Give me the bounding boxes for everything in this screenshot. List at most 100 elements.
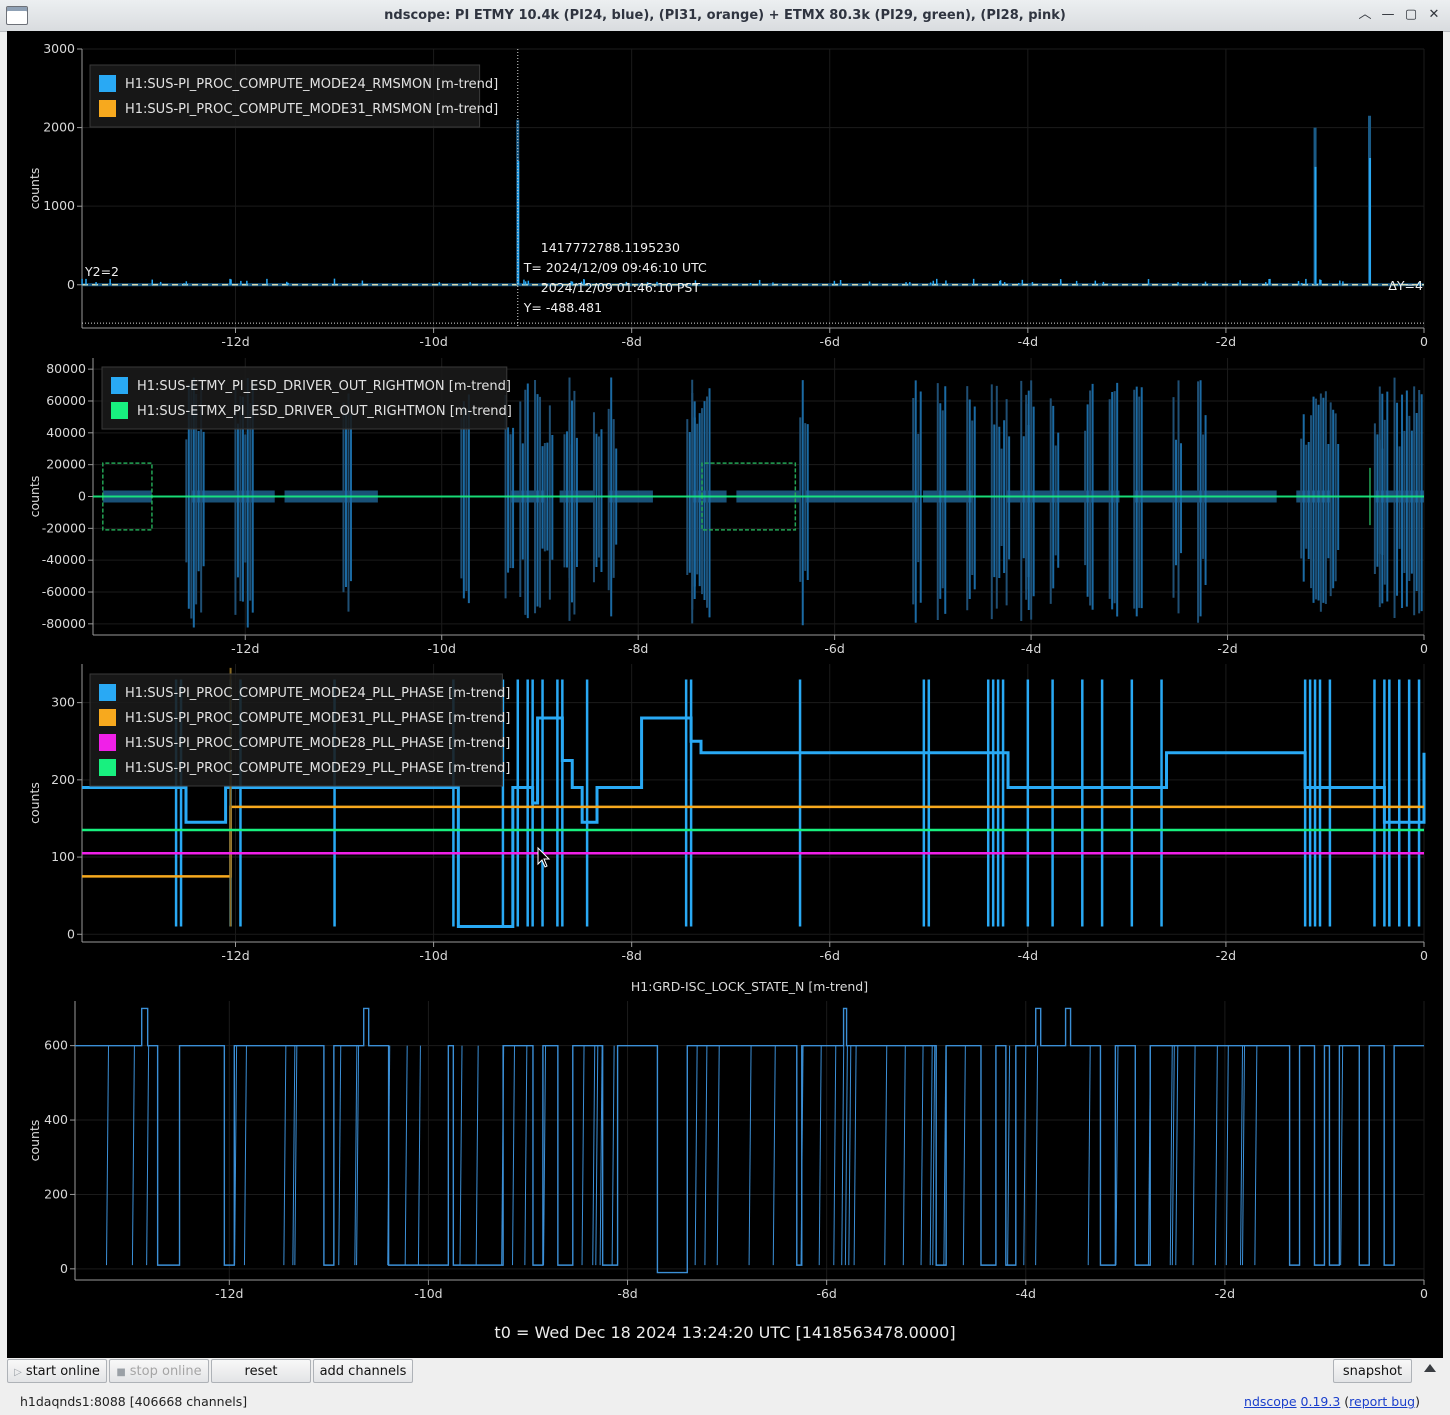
snapshot-button[interactable]: snapshot [1333, 1359, 1412, 1383]
stop-online-label: stop online [129, 1364, 202, 1379]
ndscope-link[interactable]: ndscope [1244, 1394, 1297, 1409]
lock-transition [611, 1045, 615, 1266]
legend-label: H1:SUS-PI_PROC_COMPUTE_MODE24_PLL_PHASE … [125, 686, 510, 701]
lock-transition [704, 1045, 708, 1266]
plot-area[interactable]: -12d -10d -8d -6d -4d -2d 0 3000 2000 1000 0 counts… [7, 31, 1443, 1358]
x-tick-label: -10d [428, 641, 456, 656]
legend-label: H1:SUS-ETMX_PI_ESD_DRIVER_OUT_RIGHTMON [… [137, 404, 512, 419]
x-tick-label: -2d [1216, 948, 1236, 963]
legend-label: H1:SUS-PI_PROC_COMPUTE_MODE31_PLL_PHASE … [125, 711, 510, 726]
x-tick-label: -10d [419, 948, 447, 963]
stop-icon: ■ [116, 1367, 126, 1378]
legend-swatch [111, 402, 128, 419]
x-tick-label: -4d [1021, 641, 1041, 656]
report-bug-link[interactable]: report bug [1349, 1394, 1415, 1409]
lock-transition [772, 1045, 776, 1266]
legend-swatch [99, 734, 116, 751]
stop-online-button[interactable]: ■ stop online [109, 1359, 209, 1383]
lock-transition [131, 1045, 135, 1266]
x-tick-label: 0 [1420, 641, 1428, 656]
x-tick-label: 0 [1420, 1286, 1428, 1301]
y-tick-label: 0 [78, 489, 86, 504]
legend-swatch [99, 759, 116, 776]
y-tick-label: 1000 [43, 198, 75, 213]
lock-transition [884, 1045, 888, 1266]
plot-lock: -12d -10d -8d -6d -4d -2d 0 600 400 200 0 counts H1:… [27, 979, 1428, 1301]
y-tick-label: 60000 [46, 393, 86, 408]
lock-transition [581, 1045, 585, 1266]
lock-transition [417, 1045, 421, 1266]
legend-swatch [99, 100, 116, 117]
lock-transition [841, 1045, 845, 1266]
reset-button[interactable]: reset [211, 1359, 311, 1383]
mode31-trace [82, 805, 1424, 878]
y-tick-label: 0 [67, 926, 75, 941]
y-tick-label: 3000 [43, 41, 75, 56]
y-axis-label: counts [27, 782, 42, 824]
lock-transition [475, 1045, 479, 1266]
x-tick-label: -8d [628, 641, 648, 656]
x-tick-label: -12d [221, 948, 249, 963]
delta-y-label: ΔY=4 [1388, 278, 1423, 293]
lock-transition [1087, 1045, 1091, 1266]
y-tick-label: 0 [67, 277, 75, 292]
maximize-icon[interactable]: ▢ [1402, 6, 1420, 24]
lock-transition [1240, 1045, 1244, 1266]
x-tick-label: -6d [820, 334, 840, 349]
x-tick-label: -8d [621, 334, 641, 349]
x-tick-label: -12d [221, 334, 249, 349]
legend-label: H1:SUS-ETMY_PI_ESD_DRIVER_OUT_RIGHTMON [… [137, 379, 511, 394]
x-tick-label: 0 [1420, 334, 1428, 349]
plot-pll: -12d -10d -8d -6d -4d -2d 0 300 200 100 0 counts H1:… [27, 664, 1428, 963]
x-tick-label: -10d [414, 1286, 442, 1301]
lock-transition [844, 1045, 848, 1266]
legend-swatch [99, 709, 116, 726]
lock-transition [459, 1045, 463, 1266]
lock-transition [1035, 1045, 1039, 1266]
legend-swatch [111, 377, 128, 394]
lock-transition [106, 1045, 110, 1266]
x-tick-label: -4d [1018, 948, 1038, 963]
lock-transition [243, 1045, 247, 1266]
lock-transition [1007, 1045, 1011, 1266]
lock-transition [920, 1045, 924, 1266]
lock-transition [929, 1045, 933, 1266]
y-tick-label: -40000 [42, 552, 86, 567]
y-tick-label: 200 [51, 772, 75, 787]
plots-canvas[interactable]: -12d -10d -8d -6d -4d -2d 03000200010000counts… [7, 31, 1443, 1321]
y-tick-label: 200 [44, 1186, 68, 1201]
legend-box [89, 64, 481, 128]
lock-transition [294, 1045, 298, 1266]
legend-swatch [99, 684, 116, 701]
lock-plot-title: H1:GRD-ISC_LOCK_STATE_N [m-trend] [631, 979, 868, 994]
x-tick-label: -6d [824, 641, 844, 656]
x-tick-label: -2d [1216, 334, 1236, 349]
lock-transition [1115, 1045, 1119, 1266]
lock-transition [1214, 1045, 1218, 1266]
lock-transition [283, 1045, 287, 1266]
cursor-utc: T= 2024/12/09 09:46:10 UTC [523, 260, 707, 275]
x-tick-label: 0 [1420, 948, 1428, 963]
lock-transition [818, 1045, 822, 1266]
lock-transition [292, 1045, 296, 1266]
keep-above-icon[interactable]: ︿ [1356, 6, 1374, 24]
close-icon[interactable]: ✕ [1425, 6, 1443, 24]
x-tick-label: -8d [621, 948, 641, 963]
play-icon: ▷ [14, 1367, 22, 1378]
expand-up-icon[interactable] [1424, 1364, 1436, 1372]
add-channels-button[interactable]: add channels [313, 1359, 413, 1383]
y-axis-label: counts [27, 168, 42, 210]
legend-swatch [99, 75, 116, 92]
lock-transition [592, 1045, 596, 1266]
y-axis-label: counts [27, 476, 42, 518]
lock-transition [1340, 1045, 1344, 1266]
x-tick-label: -4d [1016, 1286, 1036, 1301]
minimize-icon[interactable]: — [1379, 6, 1397, 24]
start-online-button[interactable]: ▷ start online [7, 1359, 107, 1383]
window-title: ndscope: PI ETMY 10.4k (PI24, blue), (PI… [384, 8, 1066, 23]
lock-transition [595, 1045, 599, 1266]
version-link[interactable]: 0.19.3 [1301, 1394, 1341, 1409]
y-axis-label: counts [27, 1120, 42, 1162]
cursor-y: Y= -488.481 [523, 300, 602, 315]
y-tick-label: -20000 [42, 520, 86, 535]
